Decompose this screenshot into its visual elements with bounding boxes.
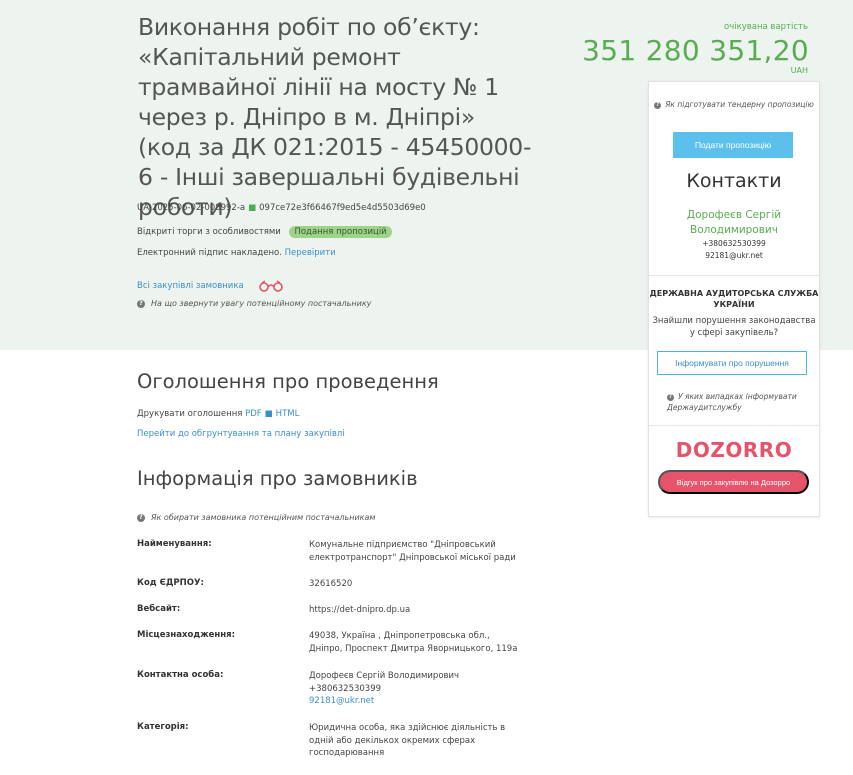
question-icon: ? — [137, 299, 145, 308]
tender-hash: 097ce72e3f66467f9ed5e4d5503d69e0 — [259, 203, 426, 213]
price-currency: UAH — [790, 66, 808, 75]
verify-signature-link[interactable]: Перевірити — [285, 248, 336, 258]
print-label: Друкувати оголошення — [137, 409, 243, 419]
tender-title: Виконання робіт по об’єкту: «Капітальний… — [138, 13, 532, 221]
question-icon: ? — [667, 393, 674, 401]
supplier-hint-text: На що звернути увагу потенційному постач… — [151, 299, 372, 308]
expected-price: 351 280 351,20 — [582, 34, 809, 67]
label-contact-person: Контактна особа: — [137, 670, 224, 680]
all-purchases-row: Всі закупівлі замовника — [137, 280, 284, 292]
print-separator: ■ — [264, 409, 273, 419]
contacts-title: Контакти — [686, 170, 782, 192]
all-purchases-link[interactable]: Всі закупівлі замовника — [137, 281, 244, 291]
audit-question: Знайшли порушення законодавства у сфері … — [652, 316, 816, 338]
status-badge: Подання пропозицій — [289, 226, 392, 238]
question-icon: ? — [654, 101, 662, 109]
divider — [649, 275, 819, 276]
website-link[interactable]: https://det-dnipro.dp.ua — [309, 604, 524, 617]
label-website: Вебсайт: — [137, 604, 181, 614]
contact-person-email[interactable]: 92181@ukr.net — [309, 696, 374, 706]
announcement-title: Оголошення про проведення — [137, 370, 439, 393]
customers-title: Інформація про замовників — [137, 467, 418, 490]
divider — [649, 425, 819, 426]
question-icon: ? — [137, 513, 145, 522]
tender-id: UA-2025-06-02-008992-a — [137, 203, 246, 213]
customer-hint-text: Як обирати замовника потенційним постача… — [151, 513, 376, 522]
print-announcement-line: Друкувати оголошення PDF ■ HTML — [137, 409, 299, 419]
label-category: Категорія: — [137, 722, 189, 732]
contact-name: Дорофеєв Сергій Володимирович — [686, 209, 782, 236]
signature-line: Електронний підпис накладено. Перевірити — [137, 248, 336, 258]
tender-id-separator: ■ — [248, 203, 257, 213]
contact-phone: +380632530399 — [702, 239, 766, 248]
label-name: Найменування: — [137, 539, 212, 549]
label-location: Місцезнаходження: — [137, 630, 236, 640]
procedure-type: Відкриті торги з особливостями — [137, 227, 281, 237]
procedure-line: Відкриті торги з особливостями Подання п… — [137, 226, 392, 238]
binoculars-icon[interactable] — [258, 280, 284, 292]
audit-service-title: ДЕРЖАВНА АУДИТОРСЬКА СЛУЖБА УКРАЇНИ — [649, 289, 819, 309]
label-edrpou: Код ЄДРПОУ: — [137, 578, 204, 588]
value-location: 49038, Україна , Дніпропетровська обл., … — [309, 631, 518, 654]
submit-bid-button[interactable]: Подати пропозицію — [673, 132, 793, 158]
value-edrpou: 32616520 — [309, 579, 353, 589]
print-html-link[interactable]: HTML — [276, 409, 300, 419]
supplier-hint[interactable]: ? На що звернути увагу потенційному пост… — [137, 299, 371, 308]
signature-text: Електронний підпис накладено. — [137, 248, 282, 258]
contact-email: 92181@ukr.net — [705, 251, 763, 260]
value-category: Юридична особа, яка здійснює діяльність … — [309, 723, 506, 758]
audit-hint-text: У яких випадках інформувати Держаудитслу… — [667, 392, 797, 412]
value-name: Комунальне підприємство "Дніпровський ел… — [309, 540, 516, 563]
audit-hint[interactable]: ? У яких випадках інформувати Держаудитсл… — [667, 391, 812, 413]
sidebar-panel: ? Як підготувати тендерну пропозицію Пода… — [648, 81, 820, 517]
report-violation-button[interactable]: Інформувати про порушення — [657, 351, 807, 375]
justification-link[interactable]: Перейти до обгрунтування та плану закупі… — [137, 429, 345, 439]
bid-hint[interactable]: ? Як підготувати тендерну пропозицію — [649, 99, 819, 111]
tender-id-line: UA-2025-06-02-008992-a ■ 097ce72e3f66467f9… — [137, 203, 426, 213]
contact-person-phone: +380632530399 — [309, 683, 382, 694]
dozorro-review-button[interactable]: Відгук про закупівлю на Дозорро — [658, 470, 809, 494]
price-label: очікувана вартість — [724, 22, 808, 32]
customer-hint[interactable]: ? Як обирати замовника потенційним поста… — [137, 513, 375, 522]
print-pdf-link[interactable]: PDF — [245, 409, 262, 419]
value-contact-person: Дорофеєв Сергій Володимирович +380632530… — [309, 670, 524, 708]
bid-hint-text: Як підготувати тендерну пропозицію — [665, 100, 814, 109]
dozorro-logo: DOZORRO — [675, 438, 793, 462]
contact-person-name: Дорофеєв Сергій Володимирович — [309, 671, 460, 681]
